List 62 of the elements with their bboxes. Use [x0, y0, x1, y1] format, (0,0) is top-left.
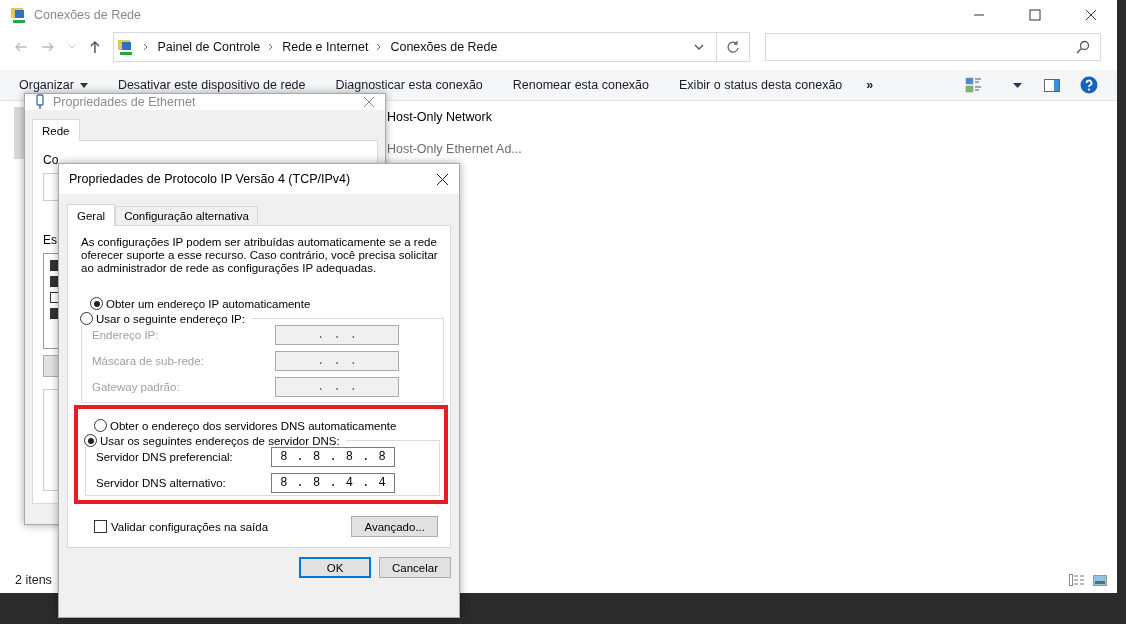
- dialog-title: Propriedades de Protocolo IP Versão 4 (TCP/IPv4): [69, 172, 351, 186]
- radio-label[interactable]: Usar os seguintes endereços de servidor DNS:: [100, 434, 340, 447]
- item-count: 2 itens: [15, 573, 52, 587]
- connection-name[interactable]: Host-Only Network: [387, 110, 522, 124]
- intro-text: As configurações IP podem ser atribuídas automaticamente se a rede oferecer suporte a esse recurso. Caso contrário, você precisa solicitar ao administrador de rede as configurações IP adequadas.: [81, 236, 439, 275]
- connection-detail: Host-Only Ethernet Ad...: [387, 142, 522, 156]
- field-label: Servidor DNS alternativo:: [96, 477, 226, 489]
- chevron-right-icon: [268, 43, 275, 51]
- chevron-right-icon: [376, 43, 383, 51]
- radio-button[interactable]: [84, 434, 97, 447]
- checkbox-label[interactable]: Validar configurações na saída: [111, 520, 269, 533]
- refresh-icon: [726, 40, 741, 54]
- radio-label[interactable]: Obter um endereço IP automaticamente: [106, 297, 311, 310]
- command-item[interactable]: Exibir o status desta conexão: [679, 78, 843, 92]
- details-view-icon[interactable]: [1069, 574, 1085, 586]
- search-field[interactable]: [765, 33, 1101, 61]
- breadcrumb[interactable]: Rede e Internet: [282, 40, 369, 54]
- network-folder-icon: [10, 6, 28, 24]
- large-icons-view-icon[interactable]: [1093, 574, 1107, 586]
- field-label: Gateway padrão:: [92, 381, 180, 393]
- radio-button[interactable]: [80, 312, 93, 325]
- tab[interactable]: Configuração alternativa: [115, 206, 258, 225]
- radio-label[interactable]: Usar o seguinte endereço IP:: [96, 312, 245, 325]
- dialog-button[interactable]: Cancelar: [379, 557, 451, 578]
- window-title: Conexões de Rede: [34, 8, 142, 22]
- preview-pane-icon[interactable]: [1044, 78, 1060, 92]
- chevron-right-icon: [143, 43, 150, 51]
- radio-button[interactable]: [90, 297, 103, 310]
- command-item[interactable]: Organizar: [19, 78, 88, 92]
- checkbox[interactable]: [94, 520, 107, 533]
- command-item[interactable]: Renomear esta conexão: [512, 78, 649, 92]
- radio-label[interactable]: Obter o endereço dos servidores DNS automaticamente: [110, 419, 397, 432]
- field-label: Co: [43, 153, 59, 167]
- caret-icon: [79, 82, 88, 88]
- maximize-icon[interactable]: [1029, 9, 1041, 21]
- ip-address-field[interactable]: 8 . 8 . 8 . 8: [271, 447, 395, 467]
- close-icon[interactable]: [436, 172, 449, 186]
- field-label: Es: [43, 233, 57, 247]
- breadcrumb[interactable]: Painel de Controle: [157, 40, 261, 54]
- up-arrow-icon[interactable]: [88, 40, 101, 54]
- more-commands-button[interactable]: »: [866, 78, 874, 92]
- breadcrumb[interactable]: Conexões de Rede: [390, 40, 498, 54]
- network-adapter-icon: [35, 94, 45, 110]
- field-label: Endereço IP:: [92, 329, 159, 341]
- close-icon[interactable]: [1085, 9, 1097, 21]
- radio-button[interactable]: [94, 419, 107, 432]
- advanced-button[interactable]: Avançado...: [351, 516, 438, 537]
- field-label: Servidor DNS preferencial:: [96, 451, 233, 463]
- chevron-down-icon[interactable]: [694, 44, 705, 50]
- field-label: Máscara de sub-rede:: [92, 355, 204, 367]
- dialog-title: Propriedades de Ethernet: [53, 95, 196, 109]
- tab[interactable]: Geral: [67, 204, 116, 226]
- search-icon: [1076, 40, 1090, 54]
- help-icon[interactable]: [1080, 76, 1098, 94]
- ip-address-field[interactable]: 8 . 8 . 4 . 4: [271, 473, 395, 493]
- command-item[interactable]: Diagnosticar esta conexão: [335, 78, 483, 92]
- dialog-button[interactable]: OK: [299, 557, 371, 578]
- command-item[interactable]: Desativar este dispositivo de rede: [117, 78, 306, 92]
- address-bar[interactable]: Painel de Controle Rede e Internet Conexões de Rede: [113, 32, 751, 62]
- view-options-icon[interactable]: [965, 77, 983, 93]
- caret-icon[interactable]: [1013, 82, 1022, 88]
- tab[interactable]: Rede: [32, 119, 80, 141]
